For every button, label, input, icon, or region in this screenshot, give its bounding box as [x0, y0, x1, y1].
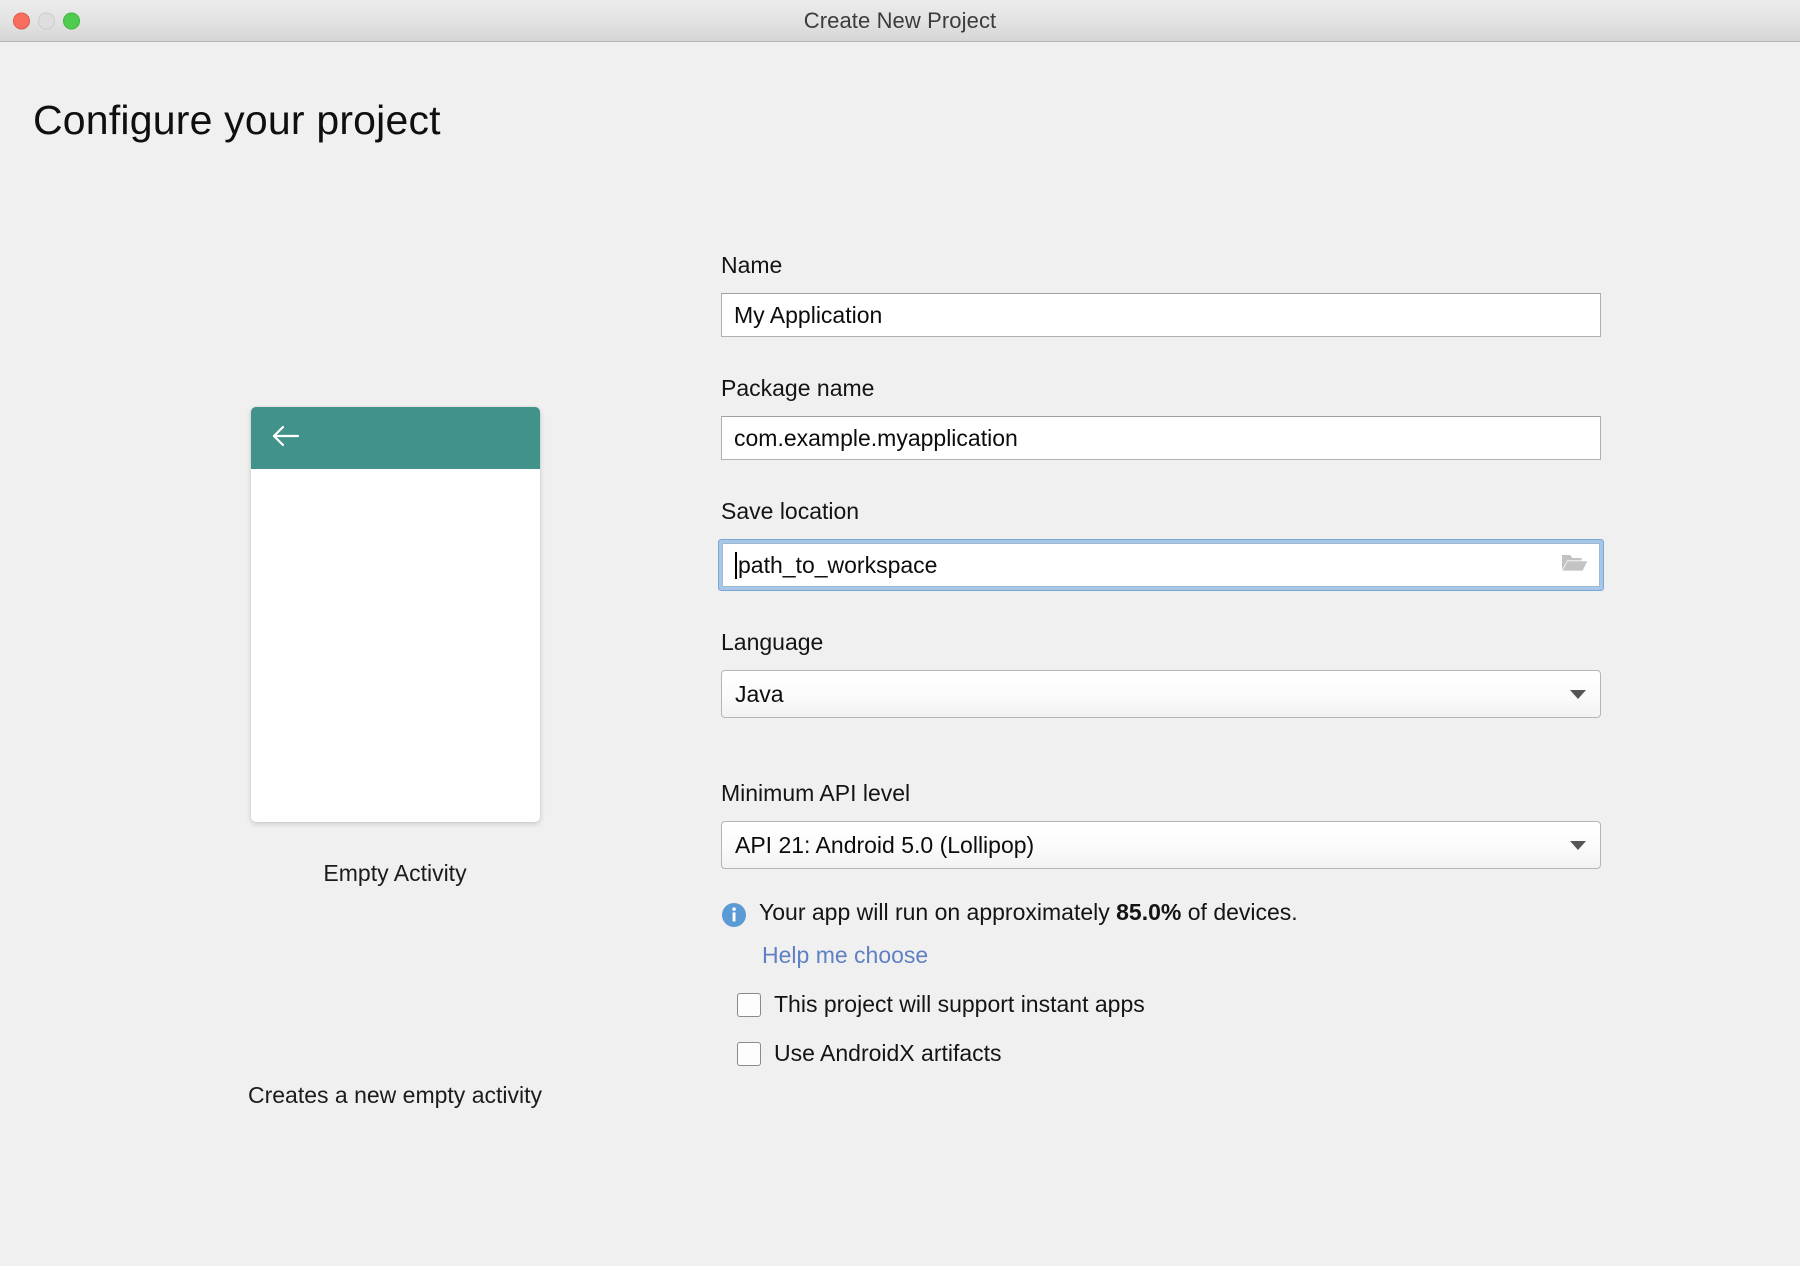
project-config-form: Name My Application Package name com.exa… — [718, 252, 1604, 1067]
field-package-name: Package name com.example.myapplication — [721, 375, 1601, 460]
text-caret — [735, 551, 737, 579]
minimize-button[interactable] — [38, 12, 55, 29]
min-api-level-select[interactable]: API 21: Android 5.0 (Lollipop) — [721, 821, 1601, 869]
name-input[interactable]: My Application — [721, 293, 1601, 337]
window-title: Create New Project — [803, 7, 997, 33]
save-location-focus-ring: path_to_workspace — [718, 539, 1604, 591]
device-coverage-info: Your app will run on approximately 85.0%… — [721, 899, 1601, 934]
package-name-label: Package name — [721, 375, 875, 401]
window-titlebar: Create New Project — [0, 0, 1800, 42]
save-location-label: Save location — [721, 498, 860, 524]
maximize-button[interactable] — [63, 12, 80, 29]
checkbox-row-androidx[interactable]: Use AndroidX artifacts — [721, 1040, 1601, 1067]
chevron-down-icon — [1570, 840, 1586, 850]
dialog-content: Configure your project Empty Activity Cr… — [0, 42, 1800, 1266]
window-controls — [13, 12, 80, 29]
min-api-level-value: API 21: Android 5.0 (Lollipop) — [735, 831, 1035, 858]
folder-icon[interactable] — [1560, 551, 1588, 579]
instant-apps-checkbox[interactable] — [737, 992, 761, 1017]
name-label: Name — [721, 252, 783, 278]
create-new-project-window: Create New Project Configure your projec… — [0, 0, 1800, 1266]
save-location-input[interactable]: path_to_workspace — [722, 543, 1600, 587]
checkbox-row-instant-apps[interactable]: This project will support instant apps — [721, 991, 1601, 1018]
language-select[interactable]: Java — [721, 670, 1601, 718]
activity-preview-panel: Empty Activity Creates a new empty activ… — [180, 407, 610, 1109]
preview-appbar — [250, 407, 540, 469]
coverage-prefix: Your app will run on approximately — [759, 899, 1117, 925]
save-location-value: path_to_workspace — [738, 551, 938, 578]
info-icon — [721, 902, 747, 934]
min-api-level-label: Minimum API level — [721, 780, 911, 806]
activity-template-description: Creates a new empty activity — [247, 1082, 542, 1108]
field-name: Name My Application — [721, 252, 1601, 337]
androidx-label: Use AndroidX artifacts — [774, 1040, 1002, 1066]
back-arrow-icon — [272, 424, 302, 453]
field-language: Language Java — [721, 629, 1601, 718]
chevron-down-icon — [1570, 689, 1586, 699]
help-me-choose-link[interactable]: Help me choose — [762, 942, 1601, 969]
instant-apps-label: This project will support instant apps — [774, 991, 1145, 1017]
page-title: Configure your project — [33, 97, 441, 143]
language-label: Language — [721, 629, 824, 655]
field-min-api-level: Minimum API level API 21: Android 5.0 (L… — [721, 780, 1601, 869]
activity-template-name: Empty Activity — [323, 860, 467, 886]
close-button[interactable] — [13, 12, 30, 29]
androidx-checkbox[interactable] — [737, 1041, 761, 1066]
coverage-suffix: of devices. — [1181, 899, 1298, 925]
package-name-input[interactable]: com.example.myapplication — [721, 416, 1601, 460]
activity-preview-card[interactable] — [250, 407, 540, 822]
device-coverage-text: Your app will run on approximately 85.0%… — [759, 899, 1298, 926]
coverage-percent: 85.0% — [1116, 899, 1182, 925]
field-save-location: Save location path_to_workspace — [718, 498, 1604, 591]
language-value: Java — [735, 680, 784, 707]
